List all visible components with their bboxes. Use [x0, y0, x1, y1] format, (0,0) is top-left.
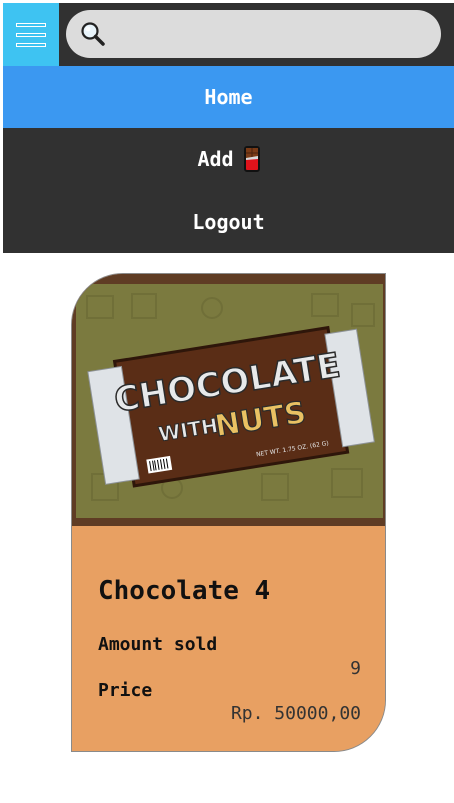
nav-item-label: Add: [197, 147, 234, 171]
hamburger-menu-button[interactable]: [3, 3, 59, 66]
menu-bar-line: [16, 22, 46, 27]
price-label: Price: [98, 680, 153, 701]
nav-item-add[interactable]: Add: [3, 128, 454, 190]
nav-item-home[interactable]: Home: [3, 66, 454, 128]
amount-sold-label: Amount sold: [98, 634, 218, 655]
product-name: Chocolate 4: [98, 576, 271, 606]
nav-item-logout[interactable]: Logout: [3, 190, 454, 253]
product-card[interactable]: CHOCOLATE WITH NUTS NET WT. 1.75 OZ. (62…: [71, 273, 386, 752]
chocolate-bar-icon: [243, 146, 260, 172]
search-box[interactable]: [66, 10, 441, 58]
price-value: Rp. 50000,00: [230, 703, 361, 724]
nav-menu: Home Add Logout: [3, 66, 454, 253]
menu-bar-line: [16, 32, 46, 37]
menu-bar-line: [16, 42, 46, 47]
search-input[interactable]: [114, 10, 421, 58]
product-info: Chocolate 4 Amount sold 9 Price Rp. 5000…: [72, 526, 385, 751]
top-bar: [3, 3, 454, 66]
amount-sold-value: 9: [350, 658, 361, 679]
nav-item-label: Home: [204, 85, 253, 109]
magnifier-icon: [81, 22, 105, 46]
product-image: CHOCOLATE WITH NUTS NET WT. 1.75 OZ. (62…: [72, 274, 385, 526]
nav-item-label: Logout: [192, 209, 265, 234]
